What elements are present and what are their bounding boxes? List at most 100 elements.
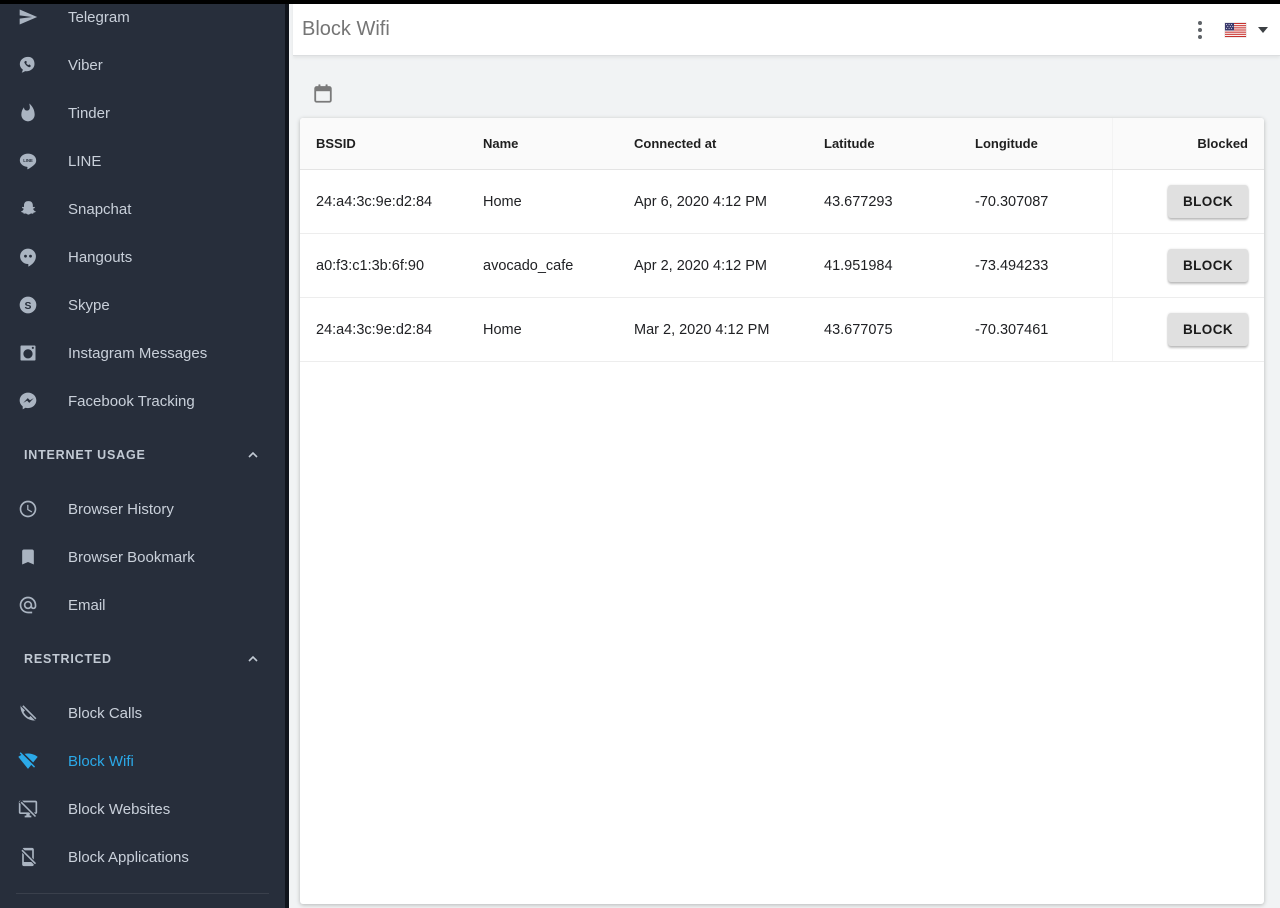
cell-name: Home <box>483 170 634 233</box>
wifi-table-card: BSSID Name Connected at Latitude Longitu… <box>300 118 1264 904</box>
sidebar-item-label: Tinder <box>68 105 110 122</box>
facebook-messenger-icon <box>18 391 38 411</box>
wifi-off-icon <box>18 751 38 771</box>
sidebar-item-label: Block Applications <box>68 849 189 866</box>
sidebar-item-snapchat[interactable]: Snapchat <box>0 185 285 233</box>
sidebar-item-block-calls[interactable]: Block Calls <box>0 689 285 737</box>
column-header-longitude: Longitude <box>975 118 1112 169</box>
sidebar-item-instagram-messages[interactable]: Instagram Messages <box>0 329 285 377</box>
sidebar-item-browser-bookmark[interactable]: Browser Bookmark <box>0 533 285 581</box>
cell-name: Home <box>483 298 634 361</box>
sidebar-divider <box>16 893 269 894</box>
sidebar-item-label: LINE <box>68 153 101 170</box>
snapchat-icon <box>18 199 38 219</box>
sidebar-item-telegram[interactable]: Telegram <box>0 0 285 41</box>
sidebar-item-facebook-tracking[interactable]: Facebook Tracking <box>0 377 285 425</box>
sidebar-item-label: Browser Bookmark <box>68 549 195 566</box>
sidebar-item-label: Snapchat <box>68 201 131 218</box>
chevron-up-icon <box>245 447 261 463</box>
cell-longitude: -70.307087 <box>975 170 1112 233</box>
column-header-blocked: Blocked <box>1112 118 1248 169</box>
sidebar-item-label: Telegram <box>68 9 130 26</box>
cell-bssid: 24:a4:3c:9e:d2:84 <box>316 298 483 361</box>
app-window: Telegram Viber Tinder LINE LINE Snapchat <box>0 0 1280 908</box>
sidebar-item-label: Block Calls <box>68 705 142 722</box>
sidebar-item-tinder[interactable]: Tinder <box>0 89 285 137</box>
cell-bssid: 24:a4:3c:9e:d2:84 <box>316 170 483 233</box>
clock-icon <box>18 499 38 519</box>
hangouts-icon <box>18 247 38 267</box>
cell-longitude: -73.494233 <box>975 234 1112 297</box>
table-row: 24:a4:3c:9e:d2:84 Home Mar 2, 2020 4:12 … <box>300 298 1264 362</box>
sidebar-item-browser-history[interactable]: Browser History <box>0 485 285 533</box>
skype-icon: S <box>18 295 38 315</box>
block-button[interactable]: BLOCK <box>1168 185 1248 218</box>
cell-latitude: 43.677293 <box>824 170 975 233</box>
sidebar-item-hangouts[interactable]: Hangouts <box>0 233 285 281</box>
bookmark-icon <box>18 547 38 567</box>
column-header-connected-at: Connected at <box>634 118 824 169</box>
table-header-row: BSSID Name Connected at Latitude Longitu… <box>300 118 1264 170</box>
block-button[interactable]: BLOCK <box>1168 313 1248 346</box>
sidebar-item-label: Facebook Tracking <box>68 393 195 410</box>
cell-bssid: a0:f3:c1:3b:6f:90 <box>316 234 483 297</box>
at-sign-icon <box>18 595 38 615</box>
sidebar-item-email[interactable]: Email <box>0 581 285 629</box>
phone-disabled-icon <box>18 703 38 723</box>
table-row: a0:f3:c1:3b:6f:90 avocado_cafe Apr 2, 20… <box>300 234 1264 298</box>
sidebar-item-line[interactable]: LINE LINE <box>0 137 285 185</box>
cell-blocked: BLOCK <box>1112 234 1248 297</box>
page-title: Block Wifi <box>302 18 390 41</box>
sidebar-item-label: Block Websites <box>68 801 170 818</box>
sidebar-item-viber[interactable]: Viber <box>0 41 285 89</box>
sidebar-item-label: Hangouts <box>68 249 132 266</box>
chevron-up-icon <box>245 651 261 667</box>
cell-connected-at: Apr 6, 2020 4:12 PM <box>634 170 824 233</box>
cell-blocked: BLOCK <box>1112 298 1248 361</box>
main-area: Block Wifi <box>293 4 1280 908</box>
top-black-strip <box>0 0 1280 4</box>
cell-longitude: -70.307461 <box>975 298 1112 361</box>
sidebar-item-block-wifi[interactable]: Block Wifi <box>0 737 285 785</box>
mobile-disabled-icon <box>18 847 38 867</box>
cell-blocked: BLOCK <box>1112 170 1248 233</box>
main-header: Block Wifi <box>293 4 1280 56</box>
sidebar-section-label: INTERNET USAGE <box>24 448 146 462</box>
sidebar-section-label: RESTRICTED <box>24 652 112 666</box>
calendar-icon[interactable] <box>312 82 334 105</box>
sidebar-item-label: Browser History <box>68 501 174 518</box>
cell-latitude: 41.951984 <box>824 234 975 297</box>
sidebar-section-restricted[interactable]: RESTRICTED <box>0 629 285 689</box>
column-header-latitude: Latitude <box>824 118 975 169</box>
sidebar-item-label: Viber <box>68 57 103 74</box>
block-button[interactable]: BLOCK <box>1168 249 1248 282</box>
telegram-icon <box>18 7 38 27</box>
us-flag-icon <box>1225 23 1246 37</box>
toolbar <box>312 82 334 105</box>
instagram-icon <box>18 343 38 363</box>
sidebar-nav: Telegram Viber Tinder LINE LINE Snapchat <box>0 0 285 894</box>
svg-text:LINE: LINE <box>23 158 33 163</box>
header-actions <box>1191 19 1268 41</box>
sidebar-section-internet-usage[interactable]: INTERNET USAGE <box>0 425 285 485</box>
caret-down-icon <box>1258 27 1268 33</box>
cell-connected-at: Mar 2, 2020 4:12 PM <box>634 298 824 361</box>
sidebar-item-block-applications[interactable]: Block Applications <box>0 833 285 881</box>
cell-connected-at: Apr 2, 2020 4:12 PM <box>634 234 824 297</box>
line-icon: LINE <box>18 151 38 171</box>
sidebar-item-label: Email <box>68 597 106 614</box>
sidebar-item-label: Block Wifi <box>68 753 134 770</box>
column-header-bssid: BSSID <box>316 118 483 169</box>
sidebar-item-block-websites[interactable]: Block Websites <box>0 785 285 833</box>
column-header-name: Name <box>483 118 634 169</box>
svg-text:S: S <box>25 301 32 312</box>
cell-name: avocado_cafe <box>483 234 634 297</box>
sidebar-item-label: Instagram Messages <box>68 345 207 362</box>
table-row: 24:a4:3c:9e:d2:84 Home Apr 6, 2020 4:12 … <box>300 170 1264 234</box>
sidebar-item-skype[interactable]: S Skype <box>0 281 285 329</box>
content-area: BSSID Name Connected at Latitude Longitu… <box>293 57 1280 908</box>
sidebar: Telegram Viber Tinder LINE LINE Snapchat <box>0 0 289 908</box>
cell-latitude: 43.677075 <box>824 298 975 361</box>
kebab-menu-icon[interactable] <box>1191 19 1209 41</box>
language-selector[interactable] <box>1225 23 1268 37</box>
